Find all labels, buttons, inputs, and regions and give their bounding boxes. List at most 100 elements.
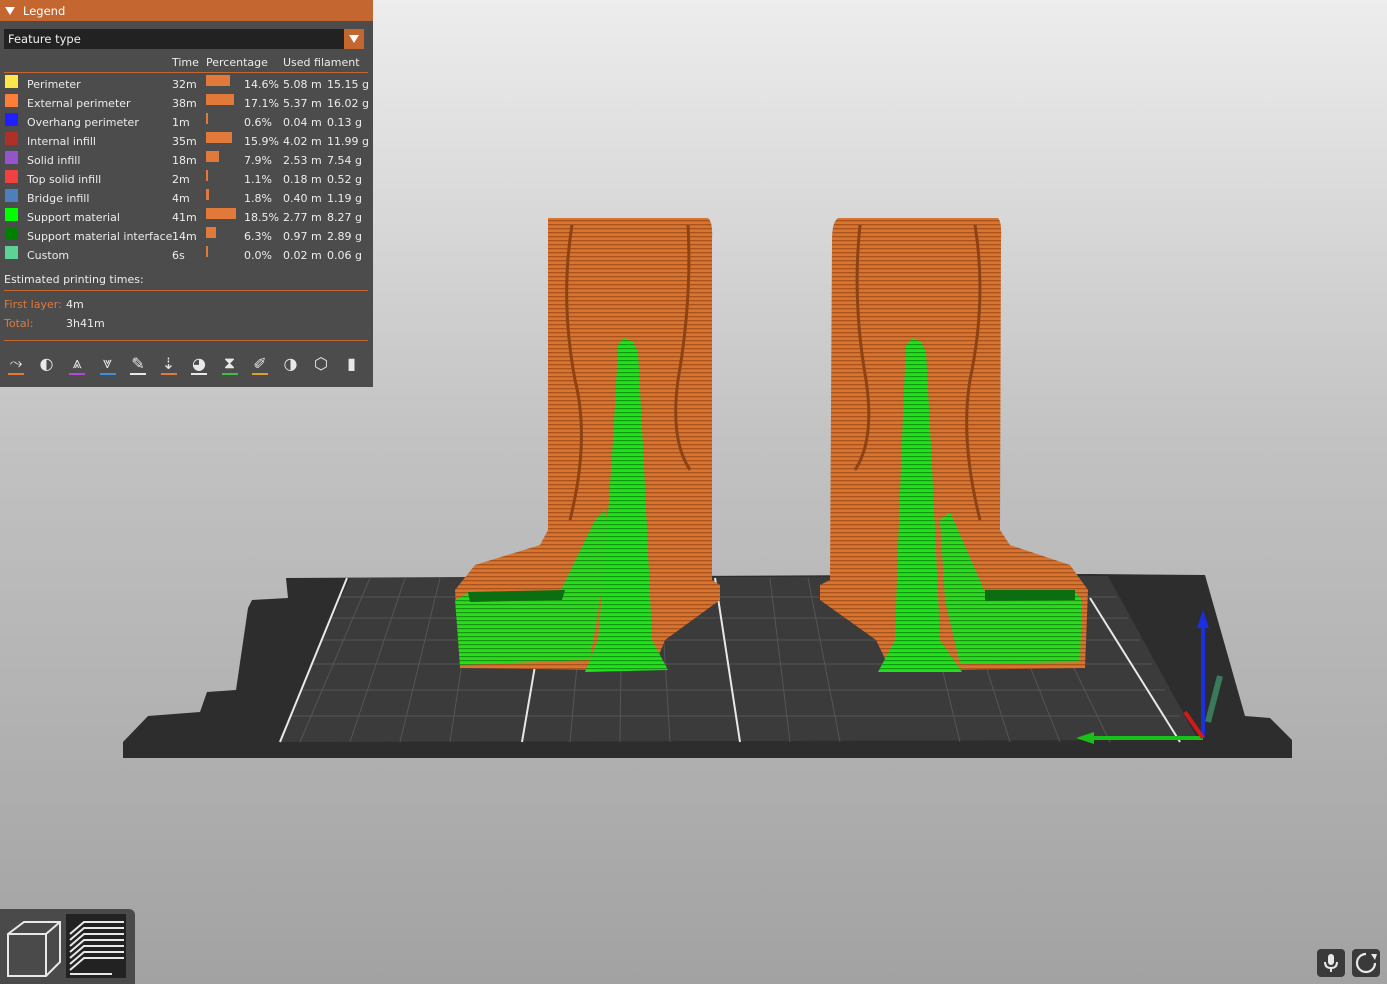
color-swatch xyxy=(5,227,18,240)
feature-percentage: 17.1% xyxy=(244,97,279,110)
legend-title: Legend xyxy=(23,3,66,18)
deretractions-icon[interactable]: ⩔ xyxy=(96,350,120,376)
feature-length: 0.40 m xyxy=(283,192,322,205)
legend-row[interactable]: External perimeter 38m 17.1% 5.37 m 16.02 g xyxy=(0,94,373,113)
custom-gcodes-icon[interactable]: ✐ xyxy=(248,350,272,376)
shells-icon[interactable]: ⬡ xyxy=(309,350,333,376)
dropdown-button[interactable] xyxy=(344,29,364,49)
legend-row[interactable]: Support material 41m 18.5% 2.77 m 8.27 g xyxy=(0,208,373,227)
center-of-gravity-icon[interactable]: ◑ xyxy=(279,350,303,376)
legend-row[interactable]: Bridge infill 4m 1.8% 0.40 m 1.19 g xyxy=(0,189,373,208)
feature-percentage: 14.6% xyxy=(244,78,279,91)
color-swatch xyxy=(5,75,18,88)
feature-percentage: 15.9% xyxy=(244,135,279,148)
color-swatch xyxy=(5,151,18,164)
color-swatch xyxy=(5,94,18,107)
retractions-icon[interactable]: ⩓ xyxy=(65,350,89,376)
feature-length: 0.02 m xyxy=(283,249,322,262)
view-type-select[interactable]: Feature type xyxy=(4,29,364,49)
wipe-icon[interactable]: ◐ xyxy=(35,350,59,376)
estimated-divider xyxy=(4,290,368,291)
rotate-view-icon[interactable] xyxy=(1352,949,1380,977)
legend-panel: Legend Feature type Time Percentage Used… xyxy=(0,0,373,387)
feature-name: Bridge infill xyxy=(27,192,90,205)
feature-weight: 7.54 g xyxy=(327,154,362,167)
feature-length: 0.04 m xyxy=(283,116,322,129)
feature-weight: 0.06 g xyxy=(327,249,362,262)
toggle-underline xyxy=(252,373,268,375)
percentage-bar xyxy=(206,246,208,257)
feature-time: 6s xyxy=(172,249,185,262)
percentage-bar xyxy=(206,151,219,162)
collapse-icon[interactable] xyxy=(5,6,15,15)
tool-changes-icon[interactable]: ⇣ xyxy=(157,350,181,376)
seams-icon[interactable]: ✎ xyxy=(126,350,150,376)
feature-time: 41m xyxy=(172,211,197,224)
pause-prints-icon[interactable]: ⧗ xyxy=(218,350,242,376)
feature-name: Custom xyxy=(27,249,70,262)
feature-percentage: 7.9% xyxy=(244,154,272,167)
feature-name: Solid infill xyxy=(27,154,81,167)
estimated-times-label: Estimated printing times: xyxy=(4,273,144,286)
feature-name: Internal infill xyxy=(27,135,96,148)
feature-percentage: 18.5% xyxy=(244,211,279,224)
legend-header[interactable]: Legend xyxy=(0,0,373,21)
feature-percentage: 1.1% xyxy=(244,173,272,186)
legend-row[interactable]: Support material interface 14m 6.3% 0.97 m 2… xyxy=(0,227,373,246)
column-header-time: Time xyxy=(172,56,199,69)
total-value: 3h41m xyxy=(66,317,105,330)
feature-length: 2.53 m xyxy=(283,154,322,167)
percentage-bar xyxy=(206,189,209,200)
feature-weight: 0.52 g xyxy=(327,173,362,186)
column-header-percentage: Percentage xyxy=(206,56,268,69)
feature-weight: 16.02 g xyxy=(327,97,369,110)
view-mode-switch xyxy=(0,909,135,984)
total-label: Total: xyxy=(4,317,34,330)
legend-row[interactable]: Internal infill 35m 15.9% 4.02 m 11.99 g xyxy=(0,132,373,151)
percentage-bar xyxy=(206,208,236,219)
percentage-bar xyxy=(206,94,234,105)
legend-toolbar: ⤳ ◐ ⩓ ⩔ ✎ ⇣ ◕ ⧗ ✐ ◑ ⬡ ▮ xyxy=(4,350,368,376)
percentage-bar xyxy=(206,113,208,124)
percentage-bar xyxy=(206,170,208,181)
feature-length: 0.97 m xyxy=(283,230,322,243)
color-swatch xyxy=(5,170,18,183)
color-swatch xyxy=(5,132,18,145)
feature-time: 38m xyxy=(172,97,197,110)
feature-percentage: 0.0% xyxy=(244,249,272,262)
feature-time: 18m xyxy=(172,154,197,167)
3d-view-icon[interactable] xyxy=(2,914,62,978)
toggle-underline xyxy=(221,373,238,375)
color-changes-icon[interactable]: ◕ xyxy=(187,350,211,376)
legend-row[interactable]: Custom 6s 0.0% 0.02 m 0.06 g xyxy=(0,246,373,265)
chevron-down-icon xyxy=(349,35,359,43)
legend-row[interactable]: Perimeter 32m 14.6% 5.08 m 15.15 g xyxy=(0,75,373,94)
legend-row[interactable]: Solid infill 18m 7.9% 2.53 m 7.54 g xyxy=(0,151,373,170)
feature-weight: 11.99 g xyxy=(327,135,369,148)
feature-weight: 8.27 g xyxy=(327,211,362,224)
first-layer-value: 4m xyxy=(66,298,84,311)
tool-marker-icon[interactable]: ▮ xyxy=(340,350,364,376)
feature-weight: 15.15 g xyxy=(327,78,369,91)
feature-time: 1m xyxy=(172,116,190,129)
feature-weight: 2.89 g xyxy=(327,230,362,243)
feature-name: External perimeter xyxy=(27,97,131,110)
toggle-underline xyxy=(99,373,116,375)
feature-time: 4m xyxy=(172,192,190,205)
microphone-icon[interactable] xyxy=(1317,949,1345,977)
first-layer-label: First layer: xyxy=(4,298,62,311)
feature-name: Overhang perimeter xyxy=(27,116,139,129)
feature-percentage: 1.8% xyxy=(244,192,272,205)
legend-row[interactable]: Overhang perimeter 1m 0.6% 0.04 m 0.13 g xyxy=(0,113,373,132)
feature-length: 4.02 m xyxy=(283,135,322,148)
color-swatch xyxy=(5,208,18,221)
view-type-value: Feature type xyxy=(8,32,81,46)
feature-name: Support material interface xyxy=(27,230,173,243)
feature-length: 5.37 m xyxy=(283,97,322,110)
feature-percentage: 6.3% xyxy=(244,230,272,243)
feature-percentage: 0.6% xyxy=(244,116,272,129)
preview-layers-icon[interactable] xyxy=(66,914,126,978)
travel-icon[interactable]: ⤳ xyxy=(4,350,28,376)
legend-row[interactable]: Top solid infill 2m 1.1% 0.18 m 0.52 g xyxy=(0,170,373,189)
column-header-used-filament: Used filament xyxy=(283,56,360,69)
